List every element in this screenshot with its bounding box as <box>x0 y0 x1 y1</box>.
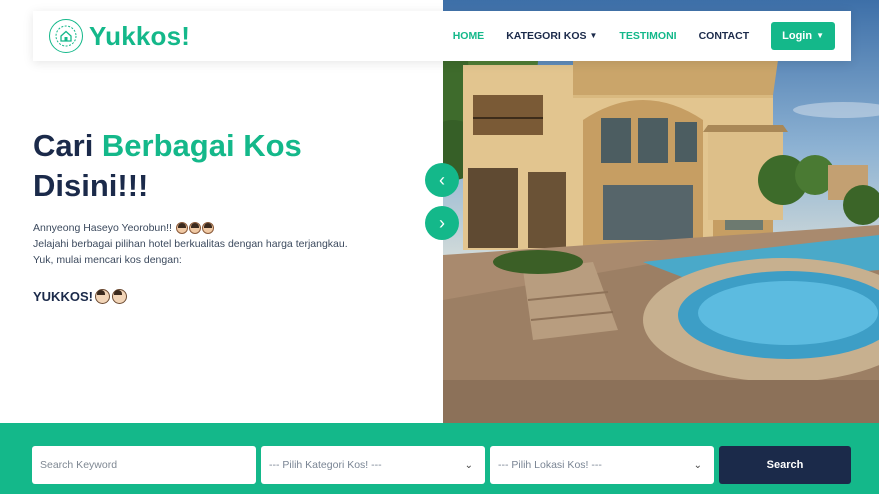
hero-desc-line2: Jelajahi berbagai pilihan hotel berkuali… <box>33 238 348 250</box>
kategori-select[interactable]: --- Pilih Kategori Kos! --- ⌄ <box>261 446 485 484</box>
hero-title: Cari Berbagai Kos Disini!!! <box>33 126 302 206</box>
face-emoji-icon <box>94 289 110 304</box>
chevron-right-icon: › <box>439 212 445 233</box>
hero-brand-text: YUKKOS! <box>33 289 93 304</box>
nav-links: HOME KATEGORI KOS ▼ TESTIMONI CONTACT Lo… <box>453 22 835 50</box>
carousel-prev-button[interactable]: ‹ <box>425 163 459 197</box>
nav-home[interactable]: HOME <box>453 30 485 42</box>
face-emoji-icon <box>111 289 127 304</box>
kategori-select-value: --- Pilih Kategori Kos! --- <box>269 459 382 471</box>
hero-desc-line3: Yuk, mulai mencari kos dengan: <box>33 254 182 266</box>
chevron-down-icon: ⌄ <box>693 459 702 471</box>
hero-title-part1: Cari <box>33 128 102 163</box>
chevron-down-icon: ▼ <box>816 30 824 40</box>
lokasi-select-value: --- Pilih Lokasi Kos! --- <box>498 459 602 471</box>
nav-contact[interactable]: CONTACT <box>699 30 750 42</box>
hero-image <box>443 0 879 423</box>
face-emoji-icon <box>175 222 188 235</box>
home-badge-icon <box>49 19 83 53</box>
chevron-down-icon: ▼ <box>589 30 598 40</box>
lokasi-select[interactable]: --- Pilih Lokasi Kos! --- ⌄ <box>490 446 714 484</box>
carousel-next-button[interactable]: › <box>425 206 459 240</box>
face-emoji-icon <box>201 222 214 235</box>
hero-description: Annyeong Haseyo Yeorobun!! Jelajahi berb… <box>33 220 348 268</box>
login-label: Login <box>782 30 813 42</box>
nav-testimoni[interactable]: TESTIMONI <box>619 30 676 42</box>
hero-title-accent: Berbagai Kos <box>101 128 302 163</box>
search-bar: --- Pilih Kategori Kos! --- ⌄ --- Pilih … <box>0 423 879 494</box>
search-button[interactable]: Search <box>719 446 851 484</box>
hero-desc-line1-row: Annyeong Haseyo Yeorobun!! <box>33 220 348 236</box>
brand-name: Yukkos! <box>89 20 191 51</box>
chevron-down-icon: ⌄ <box>464 459 473 471</box>
nav-kategori-label: KATEGORI KOS <box>506 30 587 42</box>
login-button[interactable]: Login ▼ <box>771 22 835 50</box>
chevron-left-icon: ‹ <box>439 169 445 190</box>
hero-title-part2: Disini!!! <box>33 168 149 203</box>
hero-desc-line1: Annyeong Haseyo Yeorobun!! <box>33 222 172 234</box>
face-emoji-icon <box>188 222 201 235</box>
search-keyword-input[interactable] <box>32 446 256 484</box>
nav-kategori-kos[interactable]: KATEGORI KOS ▼ <box>506 30 597 42</box>
brand[interactable]: Yukkos! <box>49 19 190 53</box>
hero-brand-line: YUKKOS! <box>33 289 127 304</box>
navbar: Yukkos! HOME KATEGORI KOS ▼ TESTIMONI CO… <box>33 11 851 61</box>
